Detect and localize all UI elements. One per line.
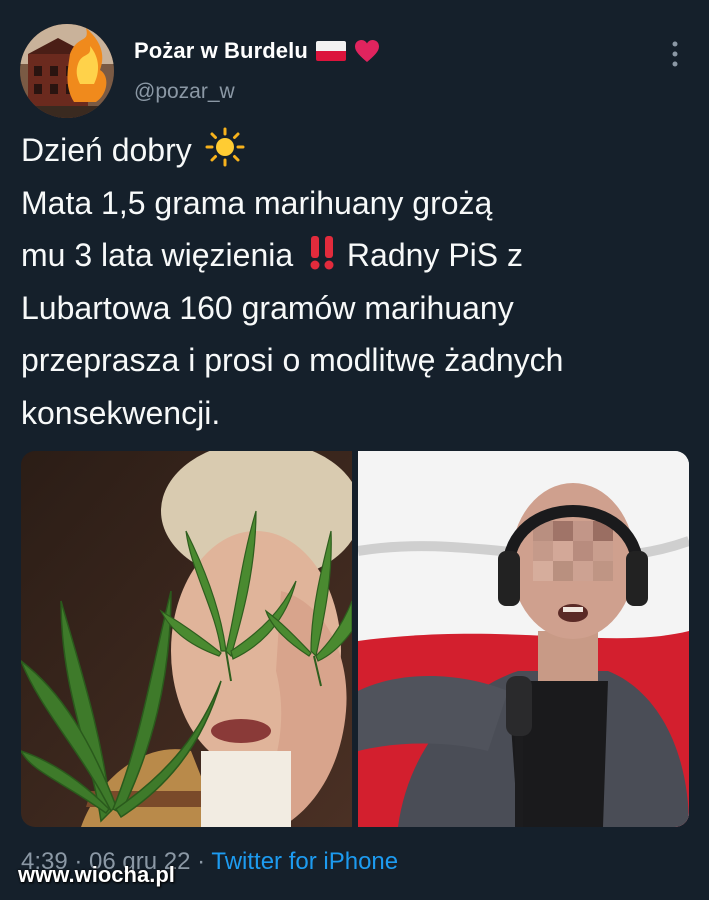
tweet-line: Dzień dobry xyxy=(21,124,691,177)
meta-separator: · xyxy=(197,848,206,875)
media-photo-right[interactable] xyxy=(358,451,689,827)
tweet-text-segment: przeprasza i prosi o modlitwę żadnych xyxy=(21,342,564,378)
tweet-text-segment: Lubartowa 160 gramów marihuany xyxy=(21,289,514,326)
watermark: www.wiocha.pl xyxy=(18,862,175,887)
tweet-media xyxy=(21,451,689,827)
poland-flag-icon xyxy=(315,41,346,61)
tweet-card: Pożar w Burdelu @pozar_w Dzień dobry Mat… xyxy=(0,0,709,900)
tweet-source-link[interactable]: Twitter for iPhone xyxy=(211,848,398,875)
tweet-text: Dzień dobry Mata 1,5 grama marihuany gro… xyxy=(21,124,691,439)
media-photo-left[interactable] xyxy=(21,451,352,827)
sun-emoji-icon xyxy=(205,127,245,167)
tweet-line: Lubartowa 160 gramów marihuany xyxy=(21,282,691,335)
tweet-line: przeprasza i prosi o modlitwę żadnych xyxy=(21,334,691,387)
display-name[interactable]: Pożar w Burdelu xyxy=(134,38,308,64)
user-handle[interactable]: @pozar_w xyxy=(134,80,235,104)
tweet-line: konsekwencji. xyxy=(21,387,691,440)
tweet-text-segment: Mata 1,5 grama marihuany grożą xyxy=(21,184,493,221)
double-exclamation-emoji-icon xyxy=(310,236,334,270)
tweet-text-segment: konsekwencji. xyxy=(21,394,221,431)
burning-building-avatar[interactable] xyxy=(20,24,114,118)
tweet-line: Mata 1,5 grama marihuany grożą xyxy=(21,177,691,230)
author-name-row[interactable]: Pożar w Burdelu xyxy=(134,38,380,64)
red-heart-icon xyxy=(354,40,379,62)
tweet-line: mu 3 lata więzienia Radny PiS z xyxy=(21,229,691,282)
more-options-icon[interactable] xyxy=(665,38,685,70)
tweet-text-segment: Radny PiS z xyxy=(346,237,523,273)
tweet-text-segment: mu 3 lata więzienia xyxy=(21,237,294,273)
tweet-text-segment: Dzień dobry xyxy=(21,132,192,168)
